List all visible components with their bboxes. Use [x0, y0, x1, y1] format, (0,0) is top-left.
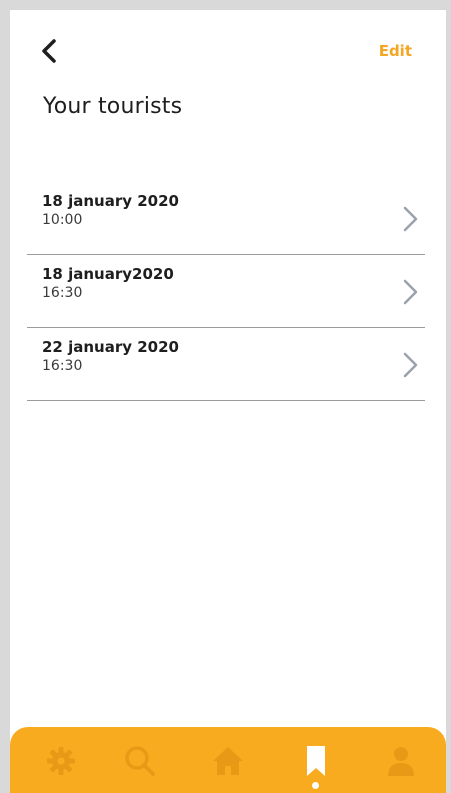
app-screen: Edit Your tourists 18 january 2020 10:00… — [10, 10, 446, 793]
list-item[interactable]: 22 january 2020 16:30 — [27, 328, 425, 401]
booking-date: 22 january 2020 — [42, 338, 179, 356]
booking-date: 18 january2020 — [42, 265, 174, 283]
gear-icon — [47, 747, 75, 775]
chevron-right-icon — [403, 352, 418, 378]
back-button[interactable] — [34, 36, 64, 66]
tab-profile[interactable] — [381, 741, 421, 781]
tab-home[interactable] — [208, 741, 248, 781]
booking-time: 16:30 — [42, 285, 83, 301]
chevron-left-icon — [42, 39, 56, 63]
home-icon — [213, 747, 243, 775]
tourist-list: 18 january 2020 10:00 18 january2020 16:… — [27, 182, 425, 401]
page-title: Your tourists — [43, 94, 183, 119]
booking-date: 18 january 2020 — [42, 192, 179, 210]
chevron-right-icon — [403, 279, 418, 305]
active-tab-indicator — [312, 782, 319, 789]
chevron-right-icon — [403, 206, 418, 232]
booking-time: 16:30 — [42, 358, 83, 374]
bottom-tab-bar — [10, 727, 446, 793]
bookmark-icon — [307, 746, 325, 776]
tab-settings[interactable] — [41, 741, 81, 781]
booking-time: 10:00 — [42, 212, 83, 228]
tab-search[interactable] — [120, 741, 160, 781]
user-icon — [388, 747, 414, 776]
list-item[interactable]: 18 january 2020 10:00 — [27, 182, 425, 255]
tab-bookmarks[interactable] — [296, 741, 336, 781]
edit-button[interactable]: Edit — [379, 42, 412, 60]
list-item[interactable]: 18 january2020 16:30 — [27, 255, 425, 328]
search-icon — [125, 746, 155, 776]
